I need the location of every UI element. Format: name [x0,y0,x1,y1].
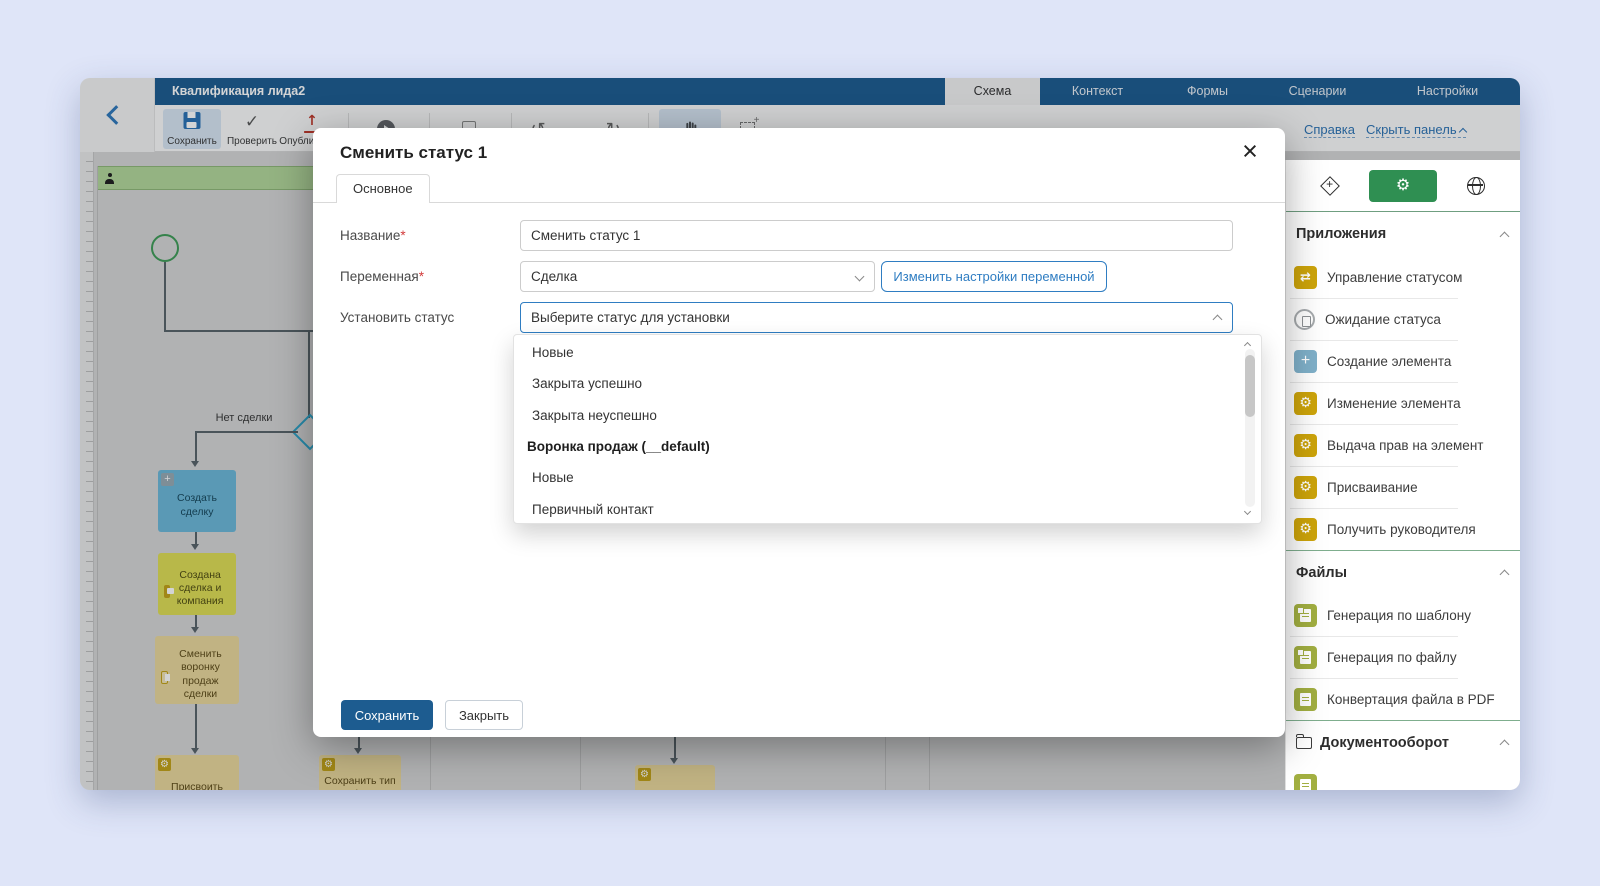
item-label: Генерация по файлу [1327,650,1457,665]
diamond-plus-icon [1320,176,1340,196]
gateway-elements-button[interactable] [1296,170,1363,202]
edit-variable-settings-button[interactable]: Изменить настройки переменной [881,261,1107,292]
item-label: Ожидание статуса [1325,312,1441,327]
variable-select-value: Сделка [531,269,577,284]
dropdown-option[interactable]: Новые [514,337,1261,368]
label-text: Установить статус [340,310,454,325]
gear-icon [1294,434,1317,457]
scroll-up-icon[interactable] [1242,338,1252,348]
sidebar-item-assignment[interactable]: Присваивание [1286,466,1520,508]
item-label: Управление статусом [1327,270,1462,285]
create-element-plus-icon [1294,350,1317,373]
section-docflow-items [1286,764,1520,790]
file-pdf-icon [1294,688,1317,711]
item-label: Генерация по шаблону [1327,608,1471,623]
variable-select[interactable]: Сделка [520,261,875,292]
status-wait-icon [1294,309,1315,330]
folder-icon [1296,737,1312,749]
sidebar-item-get-manager[interactable]: Получить руководителя [1286,508,1520,550]
item-label: Изменение элемента [1327,396,1461,411]
section-header-docflow[interactable]: Документооборот [1286,720,1520,764]
modal-save-button[interactable]: Сохранить [341,700,433,730]
sidebar-item-generate-file[interactable]: Генерация по файлу [1286,636,1520,678]
sidebar-item-convert-pdf[interactable]: Конвертация файла в PDF [1286,678,1520,720]
tabbar-divider [313,202,1285,203]
modal-title: Сменить статус 1 [340,143,487,163]
status-dropdown: Новые Закрыта успешно Закрыта неуспешно … [513,334,1262,524]
required-mark: * [419,269,424,284]
gear-icon [1396,177,1410,195]
dropdown-option[interactable]: Закрыта неуспешно [514,400,1261,431]
sidebar-item-edit-element[interactable]: Изменение элемента [1286,382,1520,424]
status-field-label: Установить статус [340,302,454,333]
sidebar-mode-switcher [1286,160,1520,212]
chevron-up-icon [1500,570,1510,580]
chevron-up-icon [1500,231,1510,241]
close-icon[interactable] [1235,136,1265,166]
file-template-icon [1294,774,1317,791]
item-label: Создание элемента [1327,354,1451,369]
item-label: Выдача прав на элемент [1327,438,1483,453]
dropdown-option[interactable]: Закрыта успешно [514,368,1261,399]
elements-sidebar: Приложения Управление статусом Ожидание … [1285,160,1520,790]
item-label: Получить руководителя [1327,522,1476,537]
name-field-label: Название* [340,220,406,251]
file-template-icon [1294,604,1317,627]
section-files-items: Генерация по шаблону Генерация по файлу … [1286,594,1520,720]
section-apps-items: Управление статусом Ожидание статуса Соз… [1286,256,1520,550]
status-select-placeholder: Выберите статус для установки [531,310,730,325]
chevron-up-icon [1500,740,1510,750]
section-title: Файлы [1296,565,1347,581]
item-label: Присваивание [1327,480,1418,495]
page-background: Квалификация лида2 Схема Контекст Формы … [0,0,1600,886]
globe-icon [1467,177,1485,195]
scrollbar-thumb[interactable] [1245,355,1255,417]
sidebar-item-create-element[interactable]: Создание элемента [1286,340,1520,382]
section-title: Документооборот [1320,735,1449,751]
sidebar-item-status-manage[interactable]: Управление статусом [1286,256,1520,298]
sidebar-item-status-wait[interactable]: Ожидание статуса [1286,298,1520,340]
sidebar-item-grant-rights[interactable]: Выдача прав на элемент [1286,424,1520,466]
file-template-icon [1294,646,1317,669]
name-input[interactable] [520,220,1233,251]
sidebar-item-cutoff[interactable] [1286,764,1520,790]
chevron-up-icon [1213,315,1223,325]
modal-close-button[interactable]: Закрыть [445,700,523,730]
section-title: Приложения [1296,226,1386,242]
status-select[interactable]: Выберите статус для установки [520,302,1233,333]
section-header-apps[interactable]: Приложения [1286,212,1520,256]
settings-elements-button[interactable] [1369,170,1436,202]
gear-icon [1294,518,1317,541]
change-status-modal: Сменить статус 1 Основное Название* Пере… [313,128,1285,737]
sidebar-item-generate-template[interactable]: Генерация по шаблону [1286,594,1520,636]
dropdown-option[interactable]: Новые [514,462,1261,493]
scroll-down-icon[interactable] [1242,508,1252,518]
section-header-files[interactable]: Файлы [1286,550,1520,594]
label-text: Переменная [340,269,419,284]
dropdown-scrollbar[interactable] [1245,349,1255,507]
required-mark: * [400,228,405,243]
gear-icon [1294,392,1317,415]
integrations-button[interactable] [1443,170,1510,202]
gear-icon [1294,476,1317,499]
variable-field-label: Переменная* [340,261,424,292]
dropdown-group-header: Воронка продаж (__default) [514,431,1261,462]
chevron-down-icon [855,272,865,282]
tab-main[interactable]: Основное [336,174,430,203]
status-transfer-icon [1294,266,1317,289]
item-label: Конвертация файла в PDF [1327,692,1495,707]
dropdown-option[interactable]: Первичный контакт [514,493,1261,524]
label-text: Название [340,228,400,243]
